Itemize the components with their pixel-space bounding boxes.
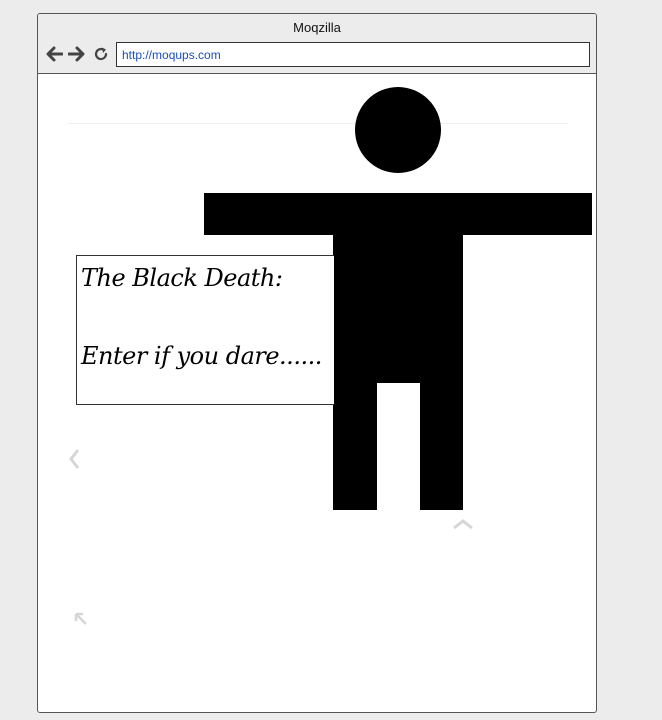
heading-text: The Black Death: — [81, 264, 283, 292]
title-textbox: The Black Death: Enter if you dare...... — [76, 255, 334, 405]
reload-button[interactable] — [91, 44, 111, 64]
figure-right-leg — [420, 383, 463, 510]
figure-arms — [204, 193, 592, 235]
arrow-left-icon — [46, 46, 63, 62]
reload-icon — [94, 47, 108, 61]
back-button[interactable] — [44, 44, 64, 64]
arrow-up-left-icon — [73, 611, 89, 632]
figure-torso — [333, 235, 463, 383]
browser-window: Moqzilla The Black Death: — [37, 13, 597, 713]
forward-button[interactable] — [67, 44, 87, 64]
tagline-text: Enter if you dare...... — [81, 342, 322, 370]
window-title: Moqzilla — [293, 20, 341, 35]
page-content: The Black Death: Enter if you dare...... — [38, 74, 596, 712]
browser-chrome: Moqzilla — [38, 14, 596, 74]
divider — [68, 123, 568, 124]
chevron-left-icon — [68, 448, 80, 475]
chevron-up-icon — [452, 517, 474, 535]
figure-head — [355, 87, 441, 173]
arrow-right-icon — [68, 46, 85, 62]
address-bar[interactable] — [116, 42, 590, 67]
figure-left-leg — [333, 383, 377, 510]
